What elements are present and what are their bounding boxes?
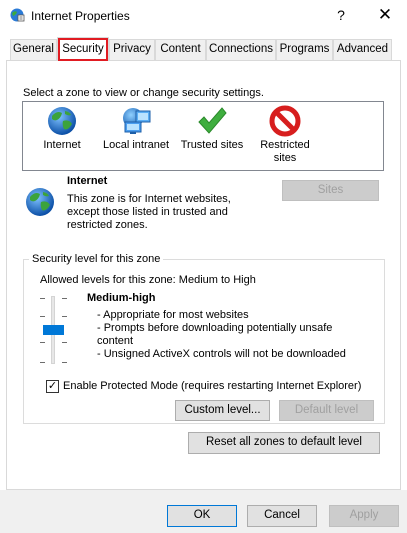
window-title: Internet Properties <box>31 9 130 23</box>
tab-content[interactable]: Content <box>155 39 206 60</box>
tab-connections[interactable]: Connections <box>206 39 276 60</box>
zone-trusted-sites-label: Trusted sites <box>180 139 244 151</box>
zone-list: Internet Local intranet Trusted sites Re… <box>22 101 384 171</box>
protected-mode-checkbox[interactable]: ✓ <box>46 380 59 393</box>
tab-privacy[interactable]: Privacy <box>109 39 155 60</box>
tab-advanced[interactable]: Advanced <box>333 39 392 60</box>
custom-level-button[interactable]: Custom level... <box>175 400 270 421</box>
zone-internet-label: Internet <box>43 139 81 151</box>
allowed-levels-text: Allowed levels for this zone: Medium to … <box>40 274 256 286</box>
close-button[interactable]: ✕ <box>372 3 398 27</box>
intranet-globe-icon <box>99 105 173 139</box>
tab-security[interactable]: Security <box>57 37 109 61</box>
slider-tick <box>40 342 45 343</box>
zone-restricted-sites-label-1: Restricted <box>260 139 310 151</box>
zone-internet[interactable]: Internet <box>31 105 93 152</box>
tab-programs[interactable]: Programs <box>276 39 333 60</box>
selected-zone-desc-3: restricted zones. <box>67 219 148 231</box>
ok-button[interactable]: OK <box>167 505 237 527</box>
zone-restricted-sites-label-2: sites <box>273 152 297 164</box>
protected-mode-label: Enable Protected Mode (requires restarti… <box>63 380 362 392</box>
selected-zone-globe-icon <box>24 186 56 221</box>
security-level-group-title: Security level for this zone <box>29 253 164 265</box>
slider-tick <box>40 362 45 363</box>
zone-restricted-sites[interactable]: Restricted sites <box>253 105 317 165</box>
cancel-button[interactable]: Cancel <box>247 505 317 527</box>
slider-tick <box>62 316 67 317</box>
level-detail-3: content <box>97 335 134 347</box>
zone-prompt: Select a zone to view or change security… <box>23 87 264 99</box>
selected-zone-name: Internet <box>67 175 108 187</box>
selected-zone-desc-2: except those listed in trusted and <box>67 206 228 218</box>
level-detail-2: - Prompts before downloading potentially… <box>97 322 333 334</box>
tab-general[interactable]: General <box>10 39 57 60</box>
selected-zone-desc-1: This zone is for Internet websites, <box>67 193 231 205</box>
slider-tick <box>62 362 67 363</box>
security-level-slider-thumb[interactable] <box>43 325 64 335</box>
zone-local-intranet[interactable]: Local intranet <box>99 105 173 152</box>
sites-button[interactable]: Sites <box>282 180 379 201</box>
checkmark-icon <box>178 105 246 139</box>
level-detail-1: - Appropriate for most websites <box>97 309 249 321</box>
zone-trusted-sites[interactable]: Trusted sites <box>178 105 246 152</box>
no-entry-icon <box>253 105 317 139</box>
globe-icon <box>31 105 93 139</box>
zone-local-intranet-label: Local intranet <box>102 139 170 151</box>
default-level-button[interactable]: Default level <box>279 400 374 421</box>
security-level-name: Medium-high <box>87 292 156 304</box>
internet-options-icon <box>9 7 25 23</box>
slider-tick <box>62 298 67 299</box>
help-button[interactable]: ? <box>330 4 352 26</box>
slider-tick <box>40 298 45 299</box>
slider-tick <box>62 342 67 343</box>
apply-button[interactable]: Apply <box>329 505 399 527</box>
slider-tick <box>40 316 45 317</box>
tab-highlight-box <box>58 38 108 61</box>
level-detail-4: - Unsigned ActiveX controls will not be … <box>97 348 346 360</box>
reset-all-zones-button[interactable]: Reset all zones to default level <box>188 432 380 454</box>
